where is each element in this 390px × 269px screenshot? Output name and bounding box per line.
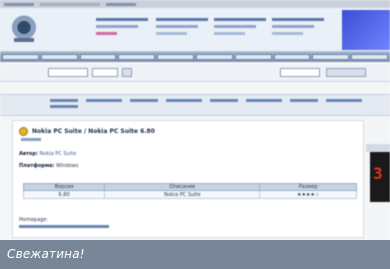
program-title[interactable]: Nokia PC Suite / Nokia PC Suite 6.80 — [32, 128, 155, 135]
info-label: Платформа: — [19, 163, 55, 169]
browser-screenshot: Nokia PC Suite / Nokia PC Suite 6.80 Авт… — [0, 0, 390, 269]
site-header — [0, 8, 390, 52]
site-logo-icon[interactable] — [10, 14, 38, 44]
search-bar — [0, 64, 390, 82]
category-link[interactable] — [166, 99, 202, 102]
header-links-column[interactable] — [272, 18, 324, 35]
search-input[interactable] — [48, 68, 88, 77]
category-link[interactable] — [130, 99, 158, 102]
column-header: Размер — [259, 183, 357, 191]
nav-item[interactable] — [157, 54, 194, 60]
category-link[interactable] — [246, 99, 282, 102]
table-cell: 6.80 — [22, 190, 106, 199]
header-banner[interactable] — [342, 10, 390, 50]
info-label: Автор: — [19, 151, 38, 157]
header-links-column[interactable] — [156, 18, 208, 35]
title-sublink[interactable] — [21, 138, 41, 141]
info-value[interactable]: Nokia PC Suite — [40, 151, 77, 157]
browser-titlebar — [0, 0, 390, 8]
nav-item[interactable] — [351, 54, 388, 60]
table-header-row: Версия Описание Размер — [22, 183, 357, 191]
search-category-select[interactable] — [92, 68, 118, 77]
category-link[interactable] — [326, 99, 362, 102]
program-card: Nokia PC Suite / Nokia PC Suite 6.80 Авт… — [12, 120, 364, 238]
table-row[interactable]: 6.80 Nokia PC Suite ★★★★☆ — [22, 190, 357, 199]
program-title-row: Nokia PC Suite / Nokia PC Suite 6.80 — [19, 127, 155, 136]
nav-item[interactable] — [79, 54, 117, 60]
secondary-search-input[interactable] — [280, 68, 320, 77]
title-fragment — [40, 2, 100, 6]
caption-text: Свежатина! — [7, 247, 85, 261]
category-link[interactable] — [86, 99, 122, 102]
homepage-label: Homepage: — [19, 217, 48, 223]
secondary-search-button[interactable] — [326, 68, 366, 77]
column-header: Версия — [22, 183, 106, 191]
nav-item[interactable] — [234, 54, 272, 60]
versions-table: Версия Описание Размер 6.80 Nokia PC Sui… — [22, 183, 357, 199]
header-links-column[interactable] — [96, 18, 148, 35]
info-platform: Платформа: Windows — [19, 163, 78, 169]
caption-bar: Свежатина! — [0, 240, 390, 269]
table-cell[interactable]: Nokia PC Suite — [104, 190, 261, 199]
nav-item[interactable] — [312, 54, 350, 60]
nav-item[interactable] — [118, 54, 156, 60]
side-widget-number: 3 — [373, 164, 383, 183]
title-fragment — [4, 2, 34, 6]
header-links-column[interactable] — [214, 18, 266, 35]
side-widget-header — [366, 144, 390, 152]
column-header: Описание — [104, 183, 261, 191]
category-link[interactable] — [50, 99, 78, 102]
category-row — [0, 94, 390, 116]
nav-item[interactable] — [2, 54, 39, 60]
title-fragment — [106, 2, 136, 6]
side-widget[interactable]: 3 — [370, 152, 390, 202]
info-value: Windows — [56, 163, 79, 169]
main-navigation — [0, 52, 390, 62]
info-author: Автор: Nokia PC Suite — [19, 151, 76, 157]
package-icon — [19, 127, 28, 136]
category-link[interactable] — [50, 105, 78, 108]
nav-item[interactable] — [273, 54, 311, 60]
category-link[interactable] — [210, 99, 238, 102]
rating-cell: ★★★★☆ — [259, 190, 357, 199]
category-link[interactable] — [290, 99, 318, 102]
nav-item[interactable] — [195, 54, 233, 60]
homepage-link[interactable] — [19, 225, 109, 228]
category-links — [50, 99, 380, 108]
search-button[interactable] — [122, 68, 132, 77]
nav-item[interactable] — [40, 54, 78, 60]
